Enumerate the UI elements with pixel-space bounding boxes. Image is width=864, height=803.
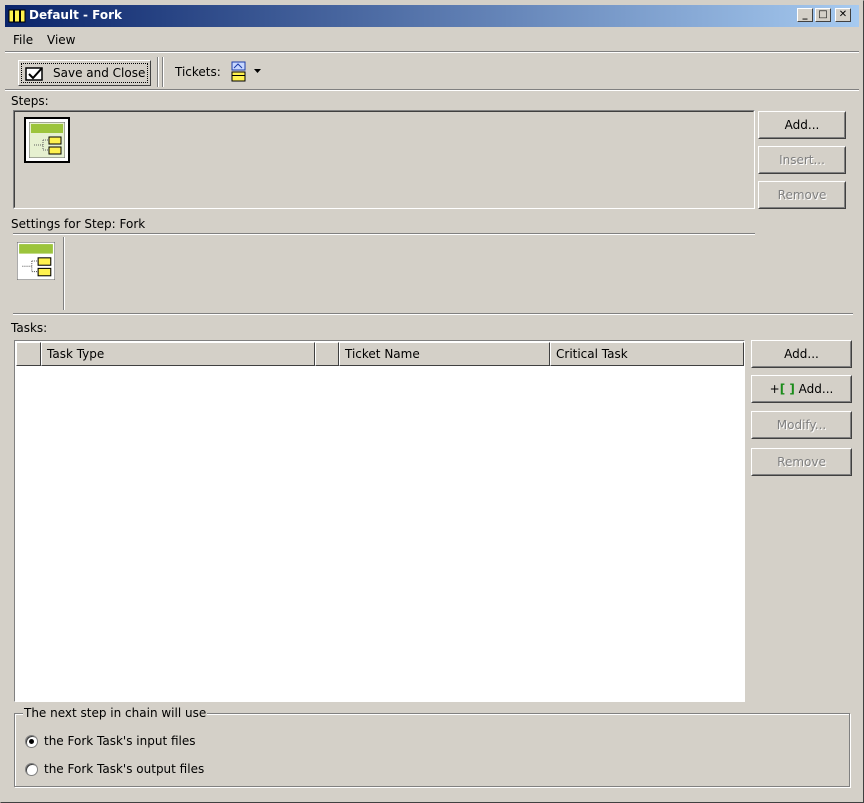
steps-add-button[interactable]: Add... xyxy=(758,111,846,139)
step-item-fork[interactable] xyxy=(24,117,70,163)
settings-vertical-divider xyxy=(63,237,65,310)
menu-divider xyxy=(5,51,859,53)
bracket-icon: [ ] xyxy=(779,382,795,396)
title-bar[interactable]: Default - Fork _ □ ✕ xyxy=(5,5,859,27)
steps-remove-button[interactable]: Remove xyxy=(758,181,846,209)
tasks-add-bracket-label: Add... xyxy=(798,382,834,396)
menu-bar: File View xyxy=(5,29,859,51)
column-header-ticket-name[interactable]: Ticket Name xyxy=(339,342,550,366)
tasks-table[interactable]: Task Type Ticket Name Critical Task xyxy=(14,340,745,702)
column-header-task-type[interactable]: Task Type xyxy=(41,342,315,366)
next-step-legend: The next step in chain will use xyxy=(23,706,208,720)
save-and-close-button[interactable]: Save and Close xyxy=(18,60,151,86)
radio-button-unchecked[interactable] xyxy=(25,763,38,776)
settings-divider xyxy=(13,233,755,235)
plus-icon: + xyxy=(769,382,780,396)
checkbox-save-icon xyxy=(25,67,43,81)
tasks-divider xyxy=(13,313,853,315)
column-header-ticket-icon[interactable] xyxy=(315,342,339,366)
window-title: Default - Fork xyxy=(29,8,122,22)
tasks-add-button[interactable]: Add... xyxy=(751,340,852,368)
menu-file[interactable]: File xyxy=(13,33,33,47)
minimize-icon: _ xyxy=(802,9,808,20)
toolbar-separator xyxy=(162,57,164,87)
tasks-table-header: Task Type Ticket Name Critical Task xyxy=(16,342,744,366)
fork-editor-window: Default - Fork _ □ ✕ File View Save and … xyxy=(0,0,864,803)
fork-step-icon xyxy=(17,242,55,280)
settings-label: Settings for Step: Fork xyxy=(11,217,146,231)
menu-view[interactable]: View xyxy=(47,33,75,47)
save-and-close-label: Save and Close xyxy=(53,66,146,80)
toolbar-divider xyxy=(5,89,859,91)
radio-button-checked[interactable] xyxy=(25,735,38,748)
column-header-critical-task[interactable]: Critical Task xyxy=(550,342,744,366)
tasks-add-bracket-button[interactable]: +[ ] Add... xyxy=(751,375,852,403)
radio-output-files-label: the Fork Task's output files xyxy=(44,762,205,776)
toolbar-separator xyxy=(157,57,159,87)
tasks-modify-button[interactable]: Modify... xyxy=(751,411,852,439)
ticket-icon xyxy=(8,9,26,23)
minimize-button[interactable]: _ xyxy=(797,8,813,22)
steps-label: Steps: xyxy=(11,94,49,108)
tasks-label: Tasks: xyxy=(11,321,48,335)
chevron-down-icon[interactable] xyxy=(254,69,261,73)
radio-input-files-label: the Fork Task's input files xyxy=(44,734,196,748)
fork-step-icon xyxy=(29,122,65,158)
column-header-icon[interactable] xyxy=(16,342,41,366)
steps-list[interactable] xyxy=(13,110,755,209)
maximize-icon: □ xyxy=(818,9,828,20)
maximize-button[interactable]: □ xyxy=(815,8,831,22)
steps-list-inner xyxy=(14,111,754,208)
close-icon: ✕ xyxy=(838,9,848,20)
close-button[interactable]: ✕ xyxy=(835,8,851,22)
tickets-label: Tickets: xyxy=(175,65,221,79)
steps-insert-button[interactable]: Insert... xyxy=(758,146,846,174)
toolbar: Save and Close Tickets: xyxy=(5,55,859,89)
next-step-groupbox: The next step in chain will use the Fork… xyxy=(14,706,850,787)
ticket-stack-icon[interactable] xyxy=(231,61,247,83)
tasks-remove-button[interactable]: Remove xyxy=(751,448,852,476)
